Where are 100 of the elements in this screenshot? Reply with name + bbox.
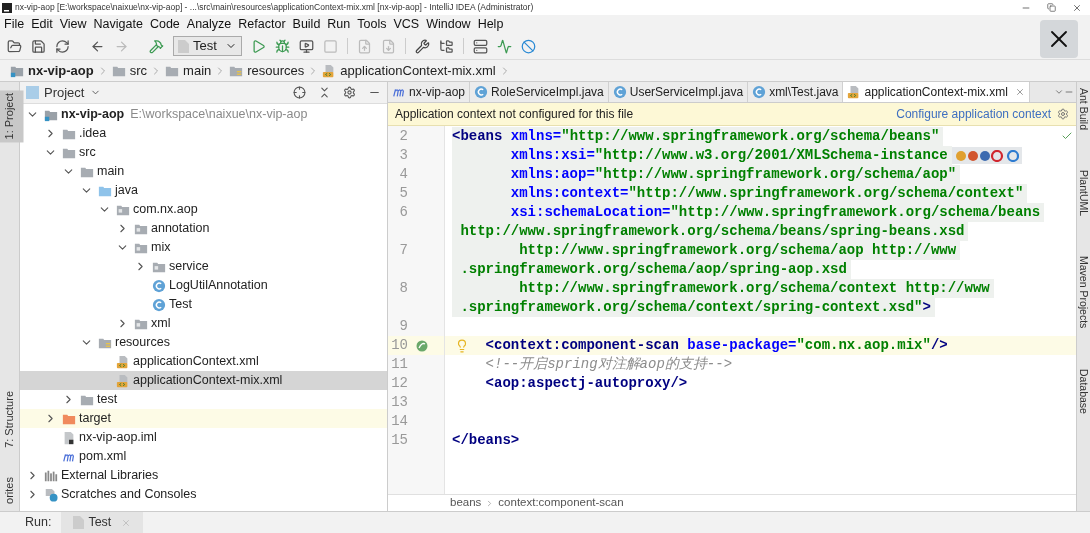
line-number: 6 xyxy=(398,203,408,222)
run-icon[interactable] xyxy=(250,38,266,54)
code-line: http://www.springframework.org/schema/beans/spring-beans.xsd xyxy=(459,222,965,241)
menu-item[interactable]: Build xyxy=(292,14,321,34)
xml-file-icon xyxy=(116,373,130,388)
debug-icon[interactable] xyxy=(274,38,290,54)
tool-window-tab[interactable]: 1: Project xyxy=(0,90,24,143)
tool-window-tab[interactable]: Maven Projects xyxy=(1075,256,1090,329)
line-number: 4 xyxy=(398,165,408,184)
class-icon xyxy=(152,278,166,293)
menu-item[interactable]: View xyxy=(59,14,87,34)
editor-tab[interactable]: RoleServiceImpl.java xyxy=(470,82,609,102)
breadcrumb-item[interactable]: beans xyxy=(450,494,482,512)
tree-item[interactable]: resources xyxy=(20,333,387,352)
toolbar-icon[interactable] xyxy=(149,38,164,54)
menu-item[interactable]: Run xyxy=(327,14,351,34)
menu-item[interactable]: Window xyxy=(426,14,471,34)
tree-item[interactable]: LogUtilAnnotation xyxy=(20,276,387,295)
menu-item[interactable]: Analyze xyxy=(186,14,232,34)
browser-icons[interactable] xyxy=(951,147,1022,164)
activity-icon[interactable] xyxy=(496,38,512,54)
tool-window-tab[interactable]: Ant Build xyxy=(1075,88,1090,131)
restore-icon[interactable] xyxy=(1047,3,1056,12)
tree-item[interactable]: main xyxy=(20,162,387,181)
line-number: 12 xyxy=(390,374,408,393)
menu-item[interactable]: Refactor xyxy=(238,14,286,34)
editor-tab[interactable]: xml\Test.java xyxy=(748,82,844,102)
run-label: Run: xyxy=(25,514,52,532)
code-line: http://www.springframework.org/schema/context http://www xyxy=(518,279,990,298)
line-number: 8 xyxy=(398,279,408,298)
tool-window-tab[interactable]: Database xyxy=(1075,368,1090,414)
line-number: 5 xyxy=(398,184,408,203)
tree-item[interactable]: src xyxy=(20,143,387,162)
code-line: <!--开启spring对注解aop的支持--> xyxy=(484,355,733,374)
tree-item[interactable]: target xyxy=(20,409,387,428)
toolbar-icon[interactable] xyxy=(31,38,46,54)
module-path: E:\workspace\naixue\nx-vip-aop xyxy=(130,106,308,124)
run-tab[interactable]: Test xyxy=(61,512,144,533)
scratches-icon xyxy=(44,487,58,502)
toolbar-icon[interactable] xyxy=(90,38,105,54)
tree-item[interactable]: mix xyxy=(20,238,387,257)
editor-tab[interactable]: nx-vip-aop xyxy=(388,82,471,102)
breadcrumb-item[interactable]: nx-vip-aop xyxy=(8,60,96,81)
collapse-all-icon[interactable] xyxy=(318,86,331,99)
tree-item[interactable]: com.nx.aop xyxy=(20,200,387,219)
breadcrumb-item[interactable]: resources xyxy=(227,60,307,81)
editor-tab[interactable]: applicationContext-mix.xml xyxy=(843,82,1030,102)
project-view-icon xyxy=(26,86,39,99)
menu-item[interactable]: File xyxy=(4,14,25,34)
panel-title[interactable]: Project xyxy=(44,82,85,103)
code-line: xmlns:xsi="http://www.w3.org/2001/XMLSchema-instance xyxy=(509,146,948,165)
tree-item[interactable]: xml xyxy=(20,314,387,333)
file-icon xyxy=(178,39,189,53)
code-line: xsi:schemaLocation="http://www.springframework.org/schema/beans xyxy=(509,203,1041,222)
menu-item[interactable]: Navigate xyxy=(93,14,143,34)
tree-item[interactable]: Test xyxy=(20,295,387,314)
code-line: http://www.springframework.org/schema/aop http://www xyxy=(518,241,957,260)
run-config-dropdown[interactable]: Test xyxy=(173,36,242,56)
locate-icon[interactable] xyxy=(293,86,306,99)
close-icon[interactable] xyxy=(1014,87,1025,97)
settings-icon[interactable] xyxy=(343,86,356,99)
tree-item[interactable]: java xyxy=(20,181,387,200)
menu-item[interactable]: Help xyxy=(477,14,504,34)
menu-item[interactable]: Code xyxy=(149,14,180,34)
line-number: 11 xyxy=(390,355,408,374)
breadcrumb-item[interactable]: applicationContext-mix.xml xyxy=(320,60,498,81)
server-icon[interactable] xyxy=(472,38,488,54)
editor-tab[interactable]: UserServiceImpl.java xyxy=(608,82,749,102)
block-icon[interactable] xyxy=(520,38,536,54)
breadcrumb-item[interactable]: main xyxy=(163,60,214,81)
xml-file-icon xyxy=(116,354,130,369)
file-icon xyxy=(62,430,76,445)
close-button[interactable] xyxy=(1040,20,1078,58)
line-number: 10 xyxy=(390,336,408,355)
breadcrumb-item[interactable]: src xyxy=(109,60,150,81)
menu-item[interactable]: Edit xyxy=(31,14,53,34)
toolbar-icon[interactable] xyxy=(55,38,70,54)
menu-item[interactable]: VCS xyxy=(393,14,420,34)
tree-item[interactable]: applicationContext-mix.xml xyxy=(20,371,387,390)
line-number: 7 xyxy=(398,241,408,260)
tree-item[interactable]: applicationContext.xml xyxy=(20,352,387,371)
line-number: 3 xyxy=(398,146,408,165)
line-number: 13 xyxy=(390,393,408,412)
tree-item[interactable]: annotation xyxy=(20,219,387,238)
line-number: 2 xyxy=(398,127,408,146)
configure-link[interactable]: Configure application context xyxy=(896,105,1051,123)
settings-icon[interactable] xyxy=(414,38,430,54)
tool-window-tab[interactable]: PlantUML xyxy=(1075,170,1090,217)
code-line: xmlns:context="http://www.springframework.org/schema/context" xyxy=(509,184,1024,203)
class-icon xyxy=(474,85,489,99)
toolbar-icon[interactable] xyxy=(7,38,22,54)
breadcrumb-item[interactable]: context:component-scan xyxy=(498,494,624,512)
line-number: 9 xyxy=(398,317,408,336)
class-icon xyxy=(752,85,767,99)
line-number: 14 xyxy=(390,412,408,431)
close-icon[interactable] xyxy=(1072,2,1082,13)
menu-item[interactable]: Tools xyxy=(357,14,387,34)
code-line: <aop:aspectj-autoproxy/> xyxy=(484,374,688,393)
line-number: 15 xyxy=(390,431,408,450)
tree-item[interactable]: service xyxy=(20,257,387,276)
